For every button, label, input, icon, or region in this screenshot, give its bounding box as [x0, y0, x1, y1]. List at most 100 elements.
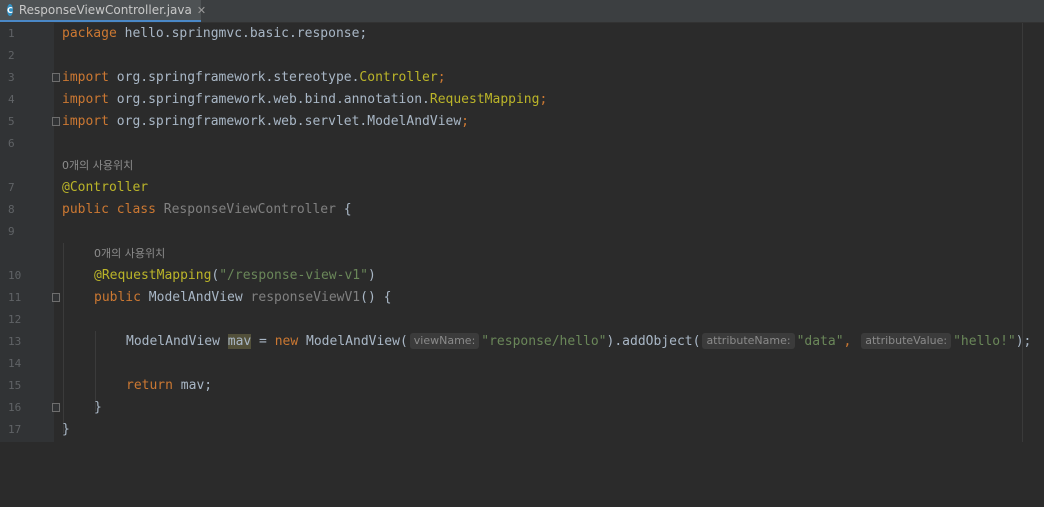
editor-tab-bar: C ResponseViewController.java ✕	[0, 0, 1044, 23]
line-code: }	[62, 422, 70, 437]
line-number: 4	[8, 93, 15, 106]
code-line-7: 7 @Controller	[0, 177, 1044, 199]
keyword: package	[62, 26, 117, 41]
line-number: 10	[8, 269, 22, 282]
line-code: public class ResponseViewController {	[62, 199, 352, 221]
code-text: mav;	[172, 378, 213, 393]
fold-marker-icon[interactable]	[52, 117, 60, 126]
fold-marker-icon[interactable]	[52, 73, 60, 82]
code-line-1: 1 package hello.springmvc.basic.response…	[0, 23, 1044, 45]
string-literal: "response/hello"	[481, 334, 607, 349]
code-line-15: 15 return mav;	[0, 375, 1044, 397]
semicolon: ;	[437, 70, 446, 85]
code-line-17: 17 }	[0, 419, 1044, 441]
code-line-2: 2	[0, 45, 1044, 67]
annotation: @Controller	[62, 180, 149, 195]
line-code: public ModelAndView responseViewV1() {	[94, 287, 391, 309]
semicolon: ;	[539, 92, 548, 107]
fold-marker-icon[interactable]	[52, 403, 60, 412]
keyword: new	[274, 334, 299, 349]
line-number: 5	[8, 115, 15, 128]
keyword: class	[116, 202, 156, 217]
line-number: 12	[8, 313, 22, 326]
line-code: import org.springframework.web.bind.anno…	[62, 89, 547, 111]
line-code: @RequestMapping("/response-view-v1")	[94, 265, 376, 287]
line-code: import org.springframework.web.servlet.M…	[62, 111, 469, 133]
keyword: import	[62, 92, 109, 107]
parameter-hint: attributeValue:	[861, 333, 952, 349]
string-literal: "data"	[796, 334, 844, 349]
code-text: );	[1015, 334, 1032, 349]
operator: =	[251, 334, 275, 349]
code-editor[interactable]: 1 package hello.springmvc.basic.response…	[0, 23, 1044, 442]
line-number: 3	[8, 71, 15, 84]
keyword: public	[94, 290, 141, 305]
code-text: () {	[360, 290, 392, 305]
return-type: ModelAndView	[140, 290, 251, 305]
variable-highlighted[interactable]: mav	[227, 334, 252, 349]
code-line-16: 16 }	[0, 397, 1044, 419]
type-name: ModelAndView	[126, 334, 228, 349]
usage-hint[interactable]: 0개의 사용위치	[94, 243, 165, 265]
code-text: hello.springmvc.basic.response;	[116, 26, 368, 41]
code-line-13: 13 ModelAndView mav = new ModelAndView(v…	[0, 331, 1044, 353]
line-code: }	[94, 400, 102, 415]
line-number: 9	[8, 225, 15, 238]
code-text: org.springframework.web.bind.annotation.	[108, 92, 430, 107]
brace: {	[335, 202, 352, 217]
parameter-hint: viewName:	[409, 333, 480, 349]
parameter-hint: attributeName:	[702, 333, 795, 349]
code-line-4: 4 import org.springframework.web.bind.an…	[0, 89, 1044, 111]
line-code: return mav;	[126, 375, 212, 397]
line-number: 11	[8, 291, 22, 304]
line-number: 16	[8, 401, 22, 414]
code-line-9: 9	[0, 221, 1044, 243]
code-text: org.springframework.web.servlet.ModelAnd…	[108, 114, 462, 129]
line-code: package hello.springmvc.basic.response;	[62, 23, 367, 45]
method-name: responseViewV1	[250, 290, 361, 305]
keyword: import	[62, 114, 109, 129]
tab-filename: ResponseViewController.java	[18, 3, 192, 17]
line-code: import org.springframework.stereotype.Co…	[62, 67, 446, 89]
code-line-12: 12	[0, 309, 1044, 331]
paren: )	[367, 268, 376, 283]
line-number: 1	[8, 27, 15, 40]
usage-hint-row: 0개의 사용위치	[0, 155, 1044, 177]
code-line-14: 14	[0, 353, 1044, 375]
line-number: 15	[8, 379, 22, 392]
code-line-6: 6	[0, 133, 1044, 155]
class-ref: Controller	[359, 70, 438, 85]
line-number: 7	[8, 181, 15, 194]
string-literal: "hello!"	[953, 334, 1016, 349]
code-line-10: 10 @RequestMapping("/response-view-v1")	[0, 265, 1044, 287]
keyword: public	[62, 202, 109, 217]
code-text: org.springframework.stereotype.	[108, 70, 360, 85]
code-line-11: 11 public ModelAndView responseViewV1() …	[0, 287, 1044, 309]
close-icon[interactable]: ✕	[197, 4, 206, 17]
usage-hint[interactable]: 0개의 사용위치	[62, 155, 133, 177]
fold-marker-icon[interactable]	[52, 293, 60, 302]
constructor-call: ModelAndView(	[298, 334, 408, 349]
annotation: @RequestMapping	[94, 268, 212, 283]
class-ref: RequestMapping	[429, 92, 540, 107]
keyword: return	[126, 378, 173, 393]
editor-tab[interactable]: C ResponseViewController.java ✕	[0, 0, 206, 22]
method-call: ).addObject(	[606, 334, 701, 349]
code-line-5: 5 import org.springframework.web.servlet…	[0, 111, 1044, 133]
line-number: 2	[8, 49, 15, 62]
class-name: ResponseViewController	[155, 202, 336, 217]
code-line-3: 3 import org.springframework.stereotype.…	[0, 67, 1044, 89]
line-code: ModelAndView mav = new ModelAndView(view…	[126, 331, 1031, 353]
comma: ,	[843, 334, 852, 349]
java-class-icon: C	[7, 4, 13, 16]
line-number: 8	[8, 203, 15, 216]
line-code: @Controller	[62, 177, 148, 199]
keyword: import	[62, 70, 109, 85]
line-number: 17	[8, 423, 22, 436]
semicolon: ;	[461, 114, 469, 129]
code-line-8: 8 public class ResponseViewController {	[0, 199, 1044, 221]
string-literal: "/response-view-v1"	[219, 268, 368, 283]
line-number: 6	[8, 137, 15, 150]
usage-hint-row: 0개의 사용위치	[0, 243, 1044, 265]
line-number: 13	[8, 335, 22, 348]
